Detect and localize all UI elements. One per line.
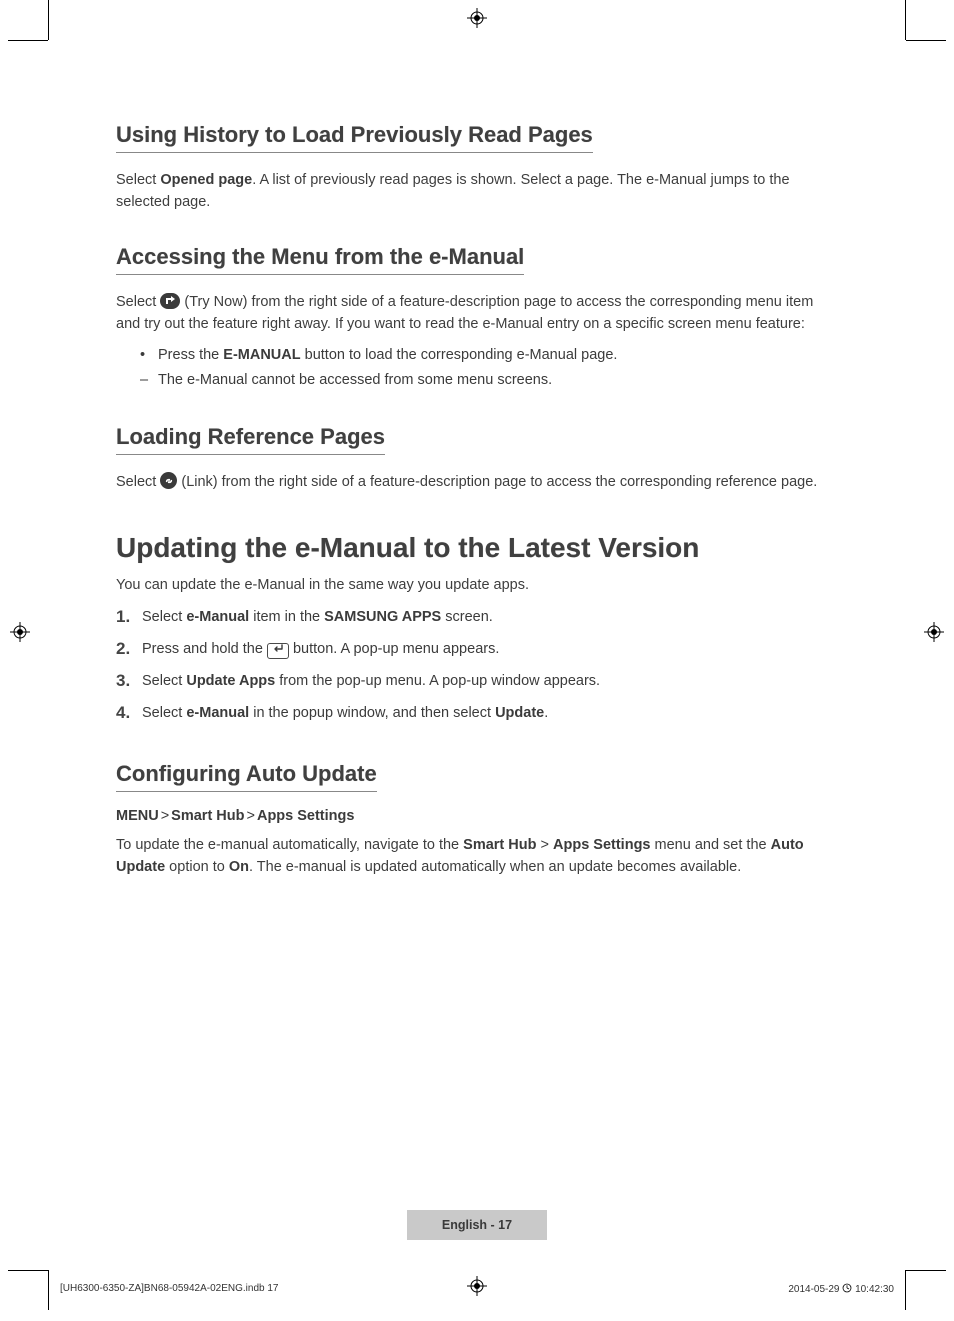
footer-file-meta: [UH6300-6350-ZA]BN68-05942A-02ENG.indb 1…: [60, 1283, 278, 1294]
update-steps: Select e-Manual item in the SAMSUNG APPS…: [116, 604, 836, 726]
step-3: Select Update Apps from the pop-up menu.…: [116, 668, 836, 694]
registration-mark-icon: [467, 1276, 487, 1296]
registration-mark-icon: [924, 622, 944, 642]
heading-loading-reference: Loading Reference Pages: [116, 424, 385, 455]
menu-path: MENU>Smart Hub>Apps Settings: [116, 808, 836, 824]
registration-mark-icon: [467, 8, 487, 28]
heading-using-history: Using History to Load Previously Read Pa…: [116, 122, 593, 153]
paragraph-update-intro: You can update the e-Manual in the same …: [116, 574, 836, 596]
link-icon: [160, 472, 177, 489]
bullets-accessing: Press the E-MANUAL button to load the co…: [140, 344, 836, 392]
heading-accessing-menu: Accessing the Menu from the e-Manual: [116, 244, 524, 275]
registration-mark-icon: [10, 622, 30, 642]
bullet-emanual-button: Press the E-MANUAL button to load the co…: [140, 344, 836, 367]
clock-icon: [842, 1283, 852, 1293]
enter-button-icon: [267, 643, 289, 659]
paragraph-auto-update: To update the e-manual automatically, na…: [116, 834, 836, 879]
step-1: Select e-Manual item in the SAMSUNG APPS…: [116, 604, 836, 630]
paragraph-accessing-menu: Select (Try Now) from the right side of …: [116, 291, 836, 336]
try-now-icon: [160, 293, 180, 309]
heading-updating-emanual: Updating the e-Manual to the Latest Vers…: [116, 532, 836, 564]
footer-timestamp: 2014-05-29 10:42:30: [788, 1283, 894, 1295]
paragraph-history: Select Opened page. A list of previously…: [116, 169, 836, 214]
bullet-emanual-restriction: The e-Manual cannot be accessed from som…: [140, 369, 836, 392]
page-content: Using History to Load Previously Read Pa…: [116, 100, 836, 887]
paragraph-loading-reference: Select (Link) from the right side of a f…: [116, 471, 836, 493]
footer-page-label: English - 17: [407, 1210, 547, 1240]
heading-configuring-auto-update: Configuring Auto Update: [116, 761, 377, 792]
step-2: Press and hold the button. A pop-up menu…: [116, 636, 836, 662]
step-4: Select e-Manual in the popup window, and…: [116, 700, 836, 726]
